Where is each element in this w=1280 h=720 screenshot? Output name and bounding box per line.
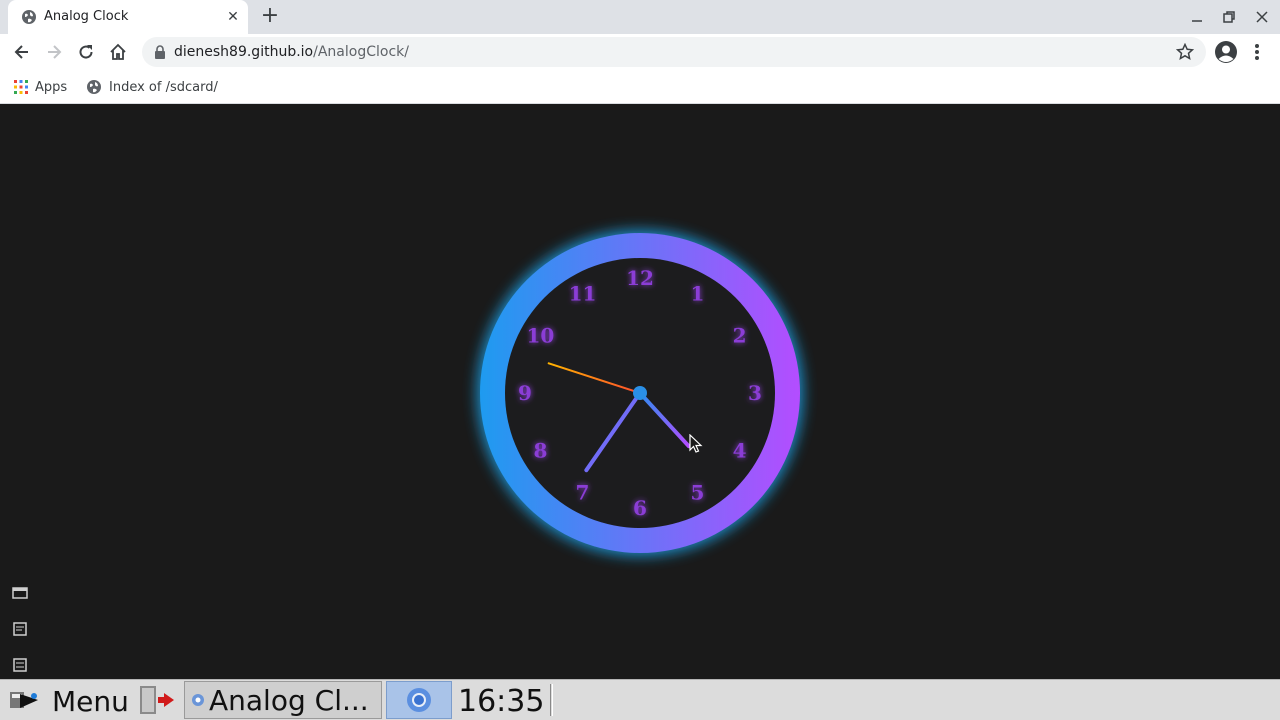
- restore-icon[interactable]: [1220, 8, 1238, 26]
- taskbar-task-analog-clock[interactable]: Analog Cl...: [184, 681, 382, 719]
- task-label: Analog Cl...: [209, 683, 369, 717]
- clock-numeral-1: 1: [691, 281, 705, 305]
- more-menu-icon[interactable]: [1250, 40, 1264, 64]
- lock-icon[interactable]: [154, 45, 166, 59]
- clock-numeral-6: 6: [633, 496, 647, 520]
- bookmark-apps[interactable]: Apps: [14, 76, 67, 98]
- taskbar-clock: 16:35: [458, 683, 545, 719]
- tab-title: Analog Clock: [44, 9, 129, 24]
- globe-icon: [87, 80, 101, 94]
- clock-numeral-3: 3: [748, 381, 762, 405]
- clock-numeral-7: 7: [576, 481, 590, 505]
- mouse-cursor-icon: [689, 434, 703, 453]
- page-content: 12 1 2 3 4 5 6 7 8 9 10 11: [0, 104, 1280, 679]
- clock-numeral-9: 9: [518, 381, 532, 405]
- bookmark-index-sdcard[interactable]: Index of /sdcard/: [86, 76, 218, 98]
- profile-icon[interactable]: [1214, 40, 1238, 64]
- apps-grid-icon: [14, 80, 28, 94]
- bookmarks-bar: Apps Index of /sdcard/: [0, 70, 1280, 104]
- tab-analog-clock[interactable]: Analog Clock ✕: [8, 0, 248, 34]
- clock-numeral-2: 2: [733, 324, 747, 348]
- clock-numeral-12: 12: [626, 266, 654, 290]
- settings-sliders-icon[interactable]: [12, 658, 28, 672]
- browser-toolbar: dienesh89.github.io/AnalogClock/: [0, 34, 1280, 70]
- forward-icon[interactable]: [42, 40, 66, 64]
- chrome-icon: [192, 694, 204, 706]
- clock-numeral-4: 4: [733, 439, 747, 463]
- logout-icon[interactable]: [138, 684, 178, 716]
- calendar-icon[interactable]: [12, 622, 28, 636]
- close-tab-icon[interactable]: ✕: [224, 8, 242, 26]
- url-path: /AnalogClock/: [313, 44, 409, 60]
- window-icon[interactable]: [12, 586, 28, 600]
- url-host: dienesh89.github.io: [174, 44, 314, 60]
- close-window-icon[interactable]: [1253, 8, 1271, 26]
- clock-numeral-8: 8: [533, 439, 547, 463]
- taskbar: Menu Analog Cl... 16:35: [0, 679, 1280, 720]
- bookmark-label: Index of /sdcard/: [109, 79, 218, 95]
- home-icon[interactable]: [106, 40, 130, 64]
- clock-numeral-10: 10: [526, 324, 554, 348]
- back-icon[interactable]: [10, 40, 34, 64]
- clock-center-dot: [633, 386, 647, 400]
- bookmark-star-icon[interactable]: [1176, 43, 1194, 61]
- clock-numeral-5: 5: [691, 481, 705, 505]
- menu-label: Menu: [52, 684, 129, 718]
- taskbar-separator: [550, 684, 553, 716]
- clock-numeral-11: 11: [569, 281, 597, 305]
- reload-icon[interactable]: [74, 40, 98, 64]
- start-menu-button[interactable]: Menu: [4, 682, 129, 720]
- analog-clock: 121234567891011: [477, 230, 803, 556]
- globe-icon: [22, 10, 36, 24]
- new-tab-button[interactable]: +: [258, 5, 282, 29]
- url-text[interactable]: dienesh89.github.io/AnalogClock/: [174, 44, 409, 60]
- address-bar[interactable]: dienesh89.github.io/AnalogClock/: [142, 37, 1206, 67]
- start-menu-icon: [10, 692, 38, 708]
- chrome-icon: [407, 688, 431, 712]
- minimize-icon[interactable]: [1188, 8, 1206, 26]
- tab-strip: Analog Clock ✕ +: [0, 0, 1280, 34]
- chrome-launcher-button[interactable]: [386, 681, 452, 719]
- bookmark-label: Apps: [35, 79, 68, 95]
